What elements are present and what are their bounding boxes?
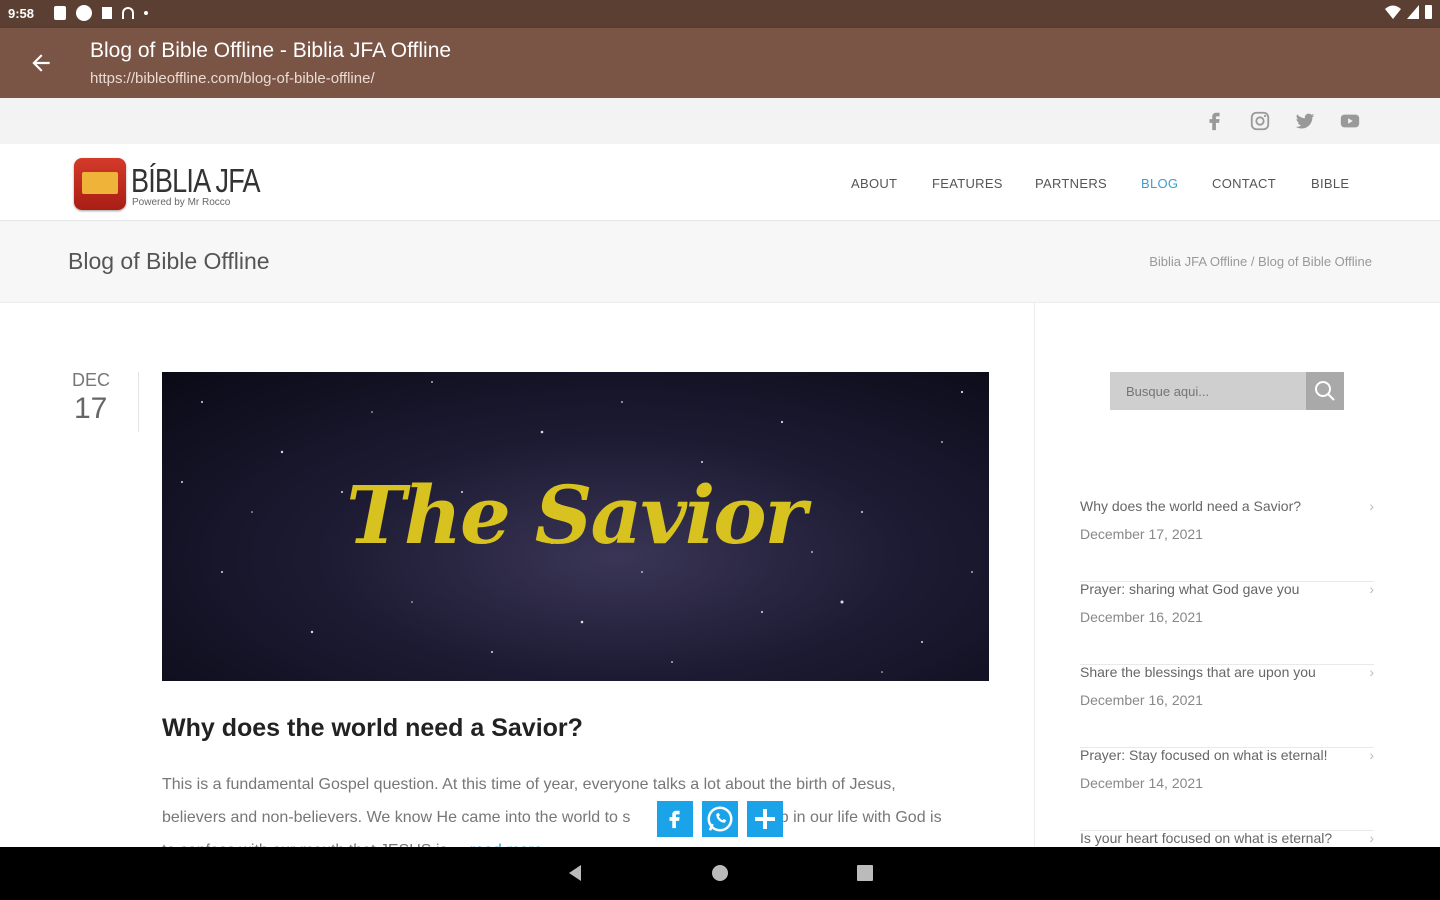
status-time: 9:58 bbox=[8, 6, 35, 21]
nav-home-icon[interactable] bbox=[710, 863, 730, 883]
nav-features[interactable]: FEATURES bbox=[932, 176, 1003, 191]
chevron-right-icon: › bbox=[1369, 747, 1374, 763]
sd-card-icon bbox=[102, 7, 112, 19]
recent-post-item[interactable]: Prayer: Stay focused on what is eternal!… bbox=[1080, 747, 1374, 831]
post-date-day: 17 bbox=[74, 392, 108, 425]
recent-post-item[interactable]: Prayer: sharing what God gave you Decemb… bbox=[1080, 581, 1374, 665]
toolbar-title: Blog of Bible Offline - Biblia JFA Offli… bbox=[90, 39, 452, 62]
recent-post-title[interactable]: Share the blessings that are upon you bbox=[1080, 664, 1316, 680]
page-title: Blog of Bible Offline bbox=[68, 248, 270, 274]
nav-about[interactable]: ABOUT bbox=[851, 176, 897, 191]
signal-icon bbox=[1407, 5, 1419, 19]
battery-icon bbox=[1425, 5, 1432, 19]
recent-post-title[interactable]: Prayer: sharing what God gave you bbox=[1080, 581, 1299, 597]
site-header: BÍBLIA JFA Powered by Mr Rocco ABOUT FEA… bbox=[0, 144, 1440, 221]
facebook-icon[interactable] bbox=[1204, 110, 1226, 132]
excerpt-line-1: This is a fundamental Gospel question. A… bbox=[162, 776, 896, 793]
back-arrow-icon[interactable] bbox=[28, 50, 54, 76]
chevron-right-icon: › bbox=[1369, 830, 1374, 846]
search-button[interactable] bbox=[1306, 372, 1344, 410]
nav-partners[interactable]: PARTNERS bbox=[1035, 176, 1107, 191]
app-toolbar: Blog of Bible Offline - Biblia JFA Offli… bbox=[0, 28, 1440, 98]
search-icon bbox=[1315, 381, 1335, 401]
recent-post-date: December 16, 2021 bbox=[1080, 692, 1203, 708]
page-title-bar: Blog of Bible Offline Biblia JFA Offline… bbox=[0, 221, 1440, 303]
whatsapp-share-icon bbox=[707, 806, 733, 832]
chevron-right-icon: › bbox=[1369, 498, 1374, 514]
post-date-month: DEC bbox=[72, 370, 111, 390]
excerpt-line-2-start: believers and non-believers. We know He … bbox=[162, 809, 631, 826]
notification-icons bbox=[54, 5, 148, 21]
recent-post-title[interactable]: Is your heart focused on what is eternal… bbox=[1080, 830, 1332, 846]
nav-bible[interactable]: BIBLE bbox=[1311, 176, 1349, 191]
recent-post-title[interactable]: Prayer: Stay focused on what is eternal! bbox=[1080, 747, 1327, 763]
chevron-right-icon: › bbox=[1369, 664, 1374, 680]
chevron-right-icon: › bbox=[1369, 581, 1374, 597]
plus-share-icon bbox=[755, 809, 775, 829]
nav-back-icon[interactable] bbox=[565, 863, 585, 883]
nav-blog[interactable]: BLOG bbox=[1141, 176, 1178, 191]
bible-logo-icon[interactable] bbox=[74, 158, 126, 210]
date-divider bbox=[138, 372, 139, 432]
more-share-button[interactable] bbox=[747, 801, 783, 837]
excerpt-line-2-end: step in our life with God is bbox=[758, 809, 942, 826]
facebook-share-button[interactable] bbox=[657, 801, 693, 837]
twitter-icon[interactable] bbox=[1294, 110, 1316, 132]
wifi-icon bbox=[1385, 5, 1401, 19]
post-image-caption: The Savior bbox=[346, 468, 806, 562]
headset-icon bbox=[122, 7, 134, 19]
notification-icon bbox=[54, 6, 66, 20]
excerpt-line-2: believers and non-believers. We know He … bbox=[162, 801, 992, 834]
recent-post-title[interactable]: Why does the world need a Savior? bbox=[1080, 498, 1301, 514]
sidebar-divider bbox=[1034, 303, 1035, 848]
recent-post-item[interactable]: Share the blessings that are upon you De… bbox=[1080, 664, 1374, 748]
recent-post-date: December 17, 2021 bbox=[1080, 526, 1203, 542]
nav-recents-icon[interactable] bbox=[855, 863, 875, 883]
whatsapp-share-button[interactable] bbox=[702, 801, 738, 837]
dot-icon bbox=[144, 11, 148, 15]
system-icons bbox=[1385, 5, 1432, 19]
instagram-icon[interactable] bbox=[1249, 110, 1271, 132]
recent-post-date: December 16, 2021 bbox=[1080, 609, 1203, 625]
recent-post-item[interactable]: Is your heart focused on what is eternal… bbox=[1080, 830, 1374, 847]
search-input[interactable] bbox=[1110, 372, 1306, 410]
nav-contact[interactable]: CONTACT bbox=[1212, 176, 1276, 191]
youtube-icon[interactable] bbox=[1339, 110, 1361, 132]
logo-subtitle: Powered by Mr Rocco bbox=[132, 197, 231, 208]
toolbar-url: https://bibleoffline.com/blog-of-bible-o… bbox=[90, 70, 375, 87]
logo-text[interactable]: BÍBLIA JFA bbox=[131, 162, 260, 200]
recent-post-item[interactable]: Why does the world need a Savior? Decemb… bbox=[1080, 498, 1374, 582]
facebook-share-icon bbox=[669, 810, 680, 829]
circle-icon bbox=[76, 5, 92, 21]
status-bar: 9:58 bbox=[0, 0, 1440, 28]
recent-post-date: December 14, 2021 bbox=[1080, 775, 1203, 791]
post-featured-image[interactable]: The Savior bbox=[162, 372, 989, 681]
social-bar bbox=[0, 98, 1440, 144]
breadcrumb[interactable]: Biblia JFA Offline / Blog of Bible Offli… bbox=[1149, 254, 1372, 269]
post-heading[interactable]: Why does the world need a Savior? bbox=[162, 714, 583, 743]
system-navigation-bar bbox=[0, 847, 1440, 900]
